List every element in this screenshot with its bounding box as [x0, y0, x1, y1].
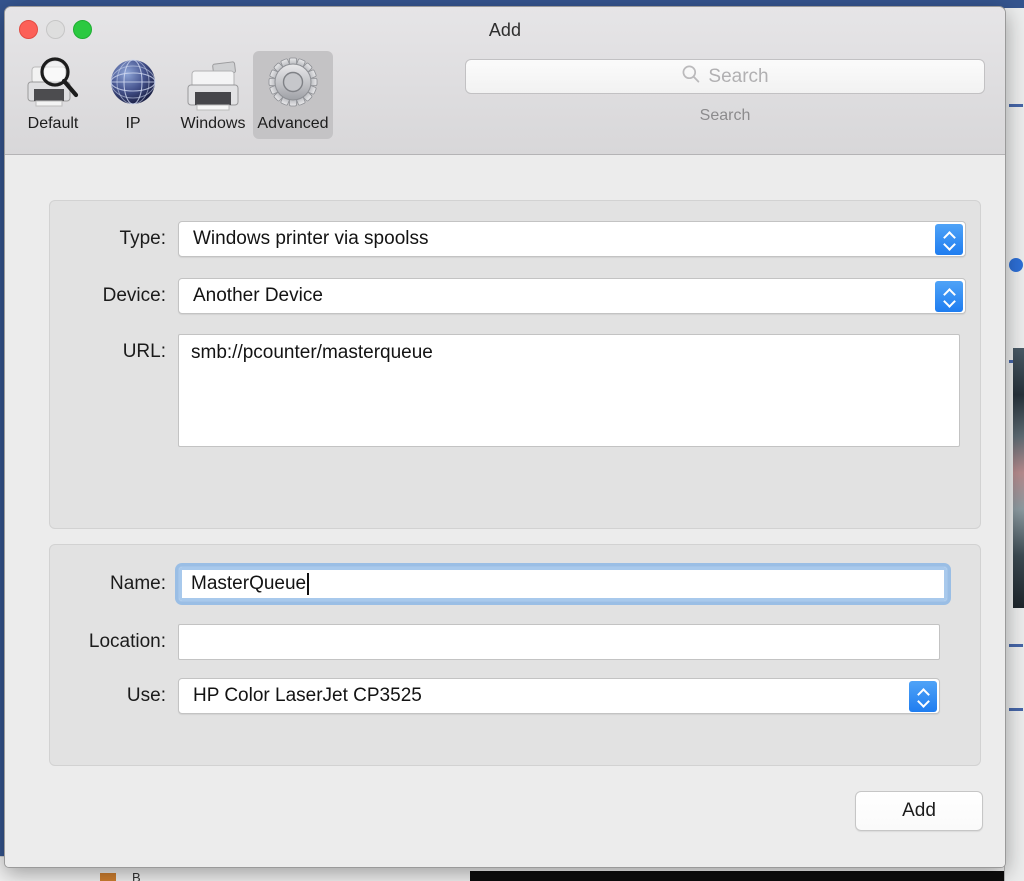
close-button[interactable]: [19, 20, 38, 39]
background-window-thumbnail: [1013, 348, 1024, 608]
background-window-orange-icon: [100, 873, 116, 881]
use-select-value: HP Color LaserJet CP3525: [193, 685, 422, 706]
tab-default-label: Default: [27, 115, 79, 132]
chevron-down-icon: [918, 698, 929, 704]
toolbar-search-area: Search Search: [465, 59, 985, 125]
background-window-glyph: B: [132, 870, 141, 881]
search-input[interactable]: Search: [465, 59, 985, 94]
chevron-down-icon: [944, 298, 955, 304]
tab-windows[interactable]: Windows: [173, 51, 253, 139]
connection-panel: Type: Windows printer via spoolss Device…: [49, 200, 981, 529]
add-printer-window: Add Default IP Windows Advanced Search S…: [4, 6, 1006, 868]
use-select-stepper[interactable]: [909, 681, 937, 712]
type-row: Type: Windows printer via spoolss: [50, 221, 982, 257]
url-row: URL: smb://pcounter/masterqueue: [50, 334, 982, 447]
zoom-button[interactable]: [73, 20, 92, 39]
minimize-button[interactable]: [46, 20, 65, 39]
background-window-strip: [1009, 104, 1023, 107]
add-button[interactable]: Add: [855, 791, 983, 831]
device-label: Device:: [102, 285, 166, 306]
tab-advanced[interactable]: Advanced: [253, 51, 333, 139]
location-input[interactable]: [178, 624, 940, 660]
name-row: Name: MasterQueue: [50, 566, 982, 602]
tab-ip[interactable]: IP: [93, 51, 173, 139]
background-window-blue-dot-icon: [1009, 258, 1023, 272]
location-label: Location:: [88, 631, 166, 652]
toolbar-tab-strip: Default IP Windows Advanced: [13, 51, 333, 139]
type-select[interactable]: Windows printer via spoolss: [178, 221, 966, 257]
type-select-value: Windows printer via spoolss: [193, 228, 429, 249]
background-window-strip: [1009, 708, 1023, 711]
use-label: Use:: [126, 685, 166, 706]
text-caret: [307, 573, 309, 595]
search-caption-label: Search: [699, 107, 751, 124]
type-label: Type:: [119, 228, 166, 249]
printer-search-icon: [13, 55, 93, 113]
device-row: Device: Another Device: [50, 278, 982, 314]
device-select[interactable]: Another Device: [178, 278, 966, 314]
window-toolbar: Add Default IP Windows Advanced Search S…: [5, 7, 1005, 155]
device-select-value: Another Device: [193, 285, 323, 306]
tab-advanced-label: Advanced: [257, 115, 329, 132]
globe-icon: [93, 55, 173, 113]
search-placeholder-text: Search: [708, 65, 769, 87]
name-input-value: MasterQueue: [191, 573, 307, 594]
tab-ip-label: IP: [125, 115, 141, 132]
name-label: Name:: [110, 573, 166, 594]
background-window-right-sliver[interactable]: [1004, 8, 1024, 881]
window-title: Add: [488, 20, 522, 40]
location-row: Location:: [50, 624, 982, 660]
use-row: Use: HP Color LaserJet CP3525: [50, 678, 982, 714]
gear-icon: [253, 55, 333, 113]
background-window-dark-area: [470, 871, 1004, 881]
url-label: URL:: [122, 341, 166, 362]
tab-default[interactable]: Default: [13, 51, 93, 139]
use-select[interactable]: HP Color LaserJet CP3525: [178, 678, 940, 714]
window-controls: [19, 20, 92, 39]
tab-windows-label: Windows: [180, 115, 246, 132]
name-input[interactable]: MasterQueue: [178, 566, 948, 602]
type-select-stepper[interactable]: [935, 224, 963, 255]
printer-icon: [173, 55, 253, 113]
search-icon: [681, 64, 701, 89]
dialog-body: Type: Windows printer via spoolss Device…: [5, 155, 1005, 867]
identity-panel: Name: MasterQueue Location: Use: HP Colo…: [49, 544, 981, 766]
chevron-down-icon: [944, 241, 955, 247]
background-window-strip: [1009, 644, 1023, 647]
url-textarea[interactable]: smb://pcounter/masterqueue: [178, 334, 960, 447]
device-select-stepper[interactable]: [935, 281, 963, 312]
